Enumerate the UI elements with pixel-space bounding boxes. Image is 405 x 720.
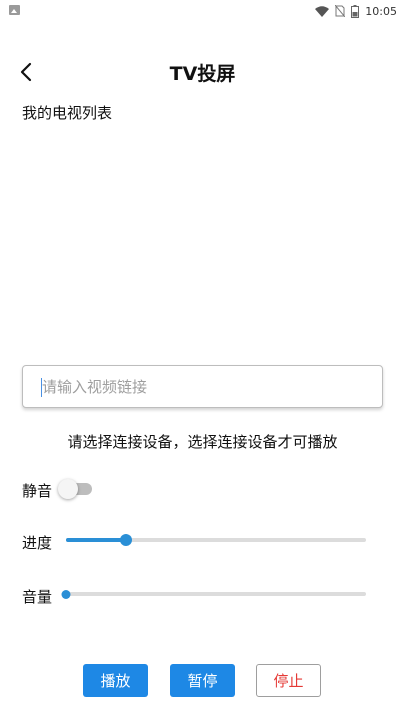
no-sim-icon xyxy=(335,5,346,17)
volume-slider[interactable] xyxy=(61,586,366,602)
connect-hint: 请选择连接设备，选择连接设备才可播放 xyxy=(67,433,338,451)
image-notification-icon xyxy=(9,5,20,15)
page-title: TV投屏 xyxy=(169,63,236,85)
volume-slider-track xyxy=(66,592,366,596)
status-time: 10:05 xyxy=(365,4,397,18)
wifi-icon xyxy=(315,5,330,17)
video-url-input[interactable] xyxy=(23,366,382,407)
mute-label: 静音 xyxy=(22,482,53,500)
pause-button[interactable]: 暂停 xyxy=(170,664,235,697)
volume-label: 音量 xyxy=(22,588,53,606)
progress-slider-fill xyxy=(66,538,126,542)
mute-switch[interactable] xyxy=(58,479,92,499)
video-url-field[interactable] xyxy=(22,365,383,408)
mute-switch-thumb[interactable] xyxy=(58,479,78,499)
status-bar: 10:05 xyxy=(0,0,405,22)
device-list xyxy=(22,128,383,353)
progress-slider[interactable] xyxy=(66,532,366,548)
battery-icon xyxy=(351,4,360,18)
app-header: TV投屏 xyxy=(0,50,405,94)
status-icons: 10:05 xyxy=(315,3,397,19)
volume-slider-thumb[interactable] xyxy=(61,589,71,599)
play-button[interactable]: 播放 xyxy=(83,664,148,697)
stop-button[interactable]: 停止 xyxy=(256,664,321,697)
progress-slider-thumb[interactable] xyxy=(120,534,132,546)
text-caret xyxy=(41,378,42,397)
device-list-label: 我的电视列表 xyxy=(22,104,113,122)
progress-label: 进度 xyxy=(22,534,53,552)
